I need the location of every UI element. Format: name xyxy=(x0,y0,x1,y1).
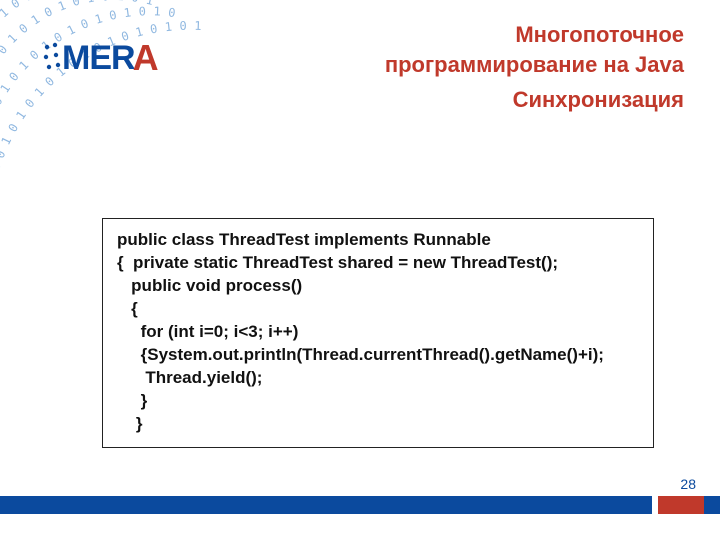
code-line: { xyxy=(117,298,639,321)
code-line: public class ThreadTest implements Runna… xyxy=(117,229,639,252)
logo-text: MER xyxy=(62,39,135,78)
footer-accent xyxy=(658,496,704,514)
page-number: 28 xyxy=(680,476,696,492)
logo-accent: A xyxy=(133,37,159,79)
footer-margin xyxy=(0,514,720,540)
slide: 1 0 1 0 1 0 1 0 1 0 1 0 1 0 1 0 1 0 1 0 … xyxy=(0,0,720,540)
code-line: } xyxy=(117,413,639,436)
code-line: Thread.yield(); xyxy=(117,367,639,390)
logo-dots-icon xyxy=(42,41,62,75)
code-block: public class ThreadTest implements Runna… xyxy=(102,218,654,448)
mera-logo: MERA xyxy=(42,28,202,88)
code-line: {System.out.println(Thread.currentThread… xyxy=(117,344,639,367)
code-line: public void process() xyxy=(117,275,639,298)
slide-title-block: Многопоточное программирование на Java С… xyxy=(385,20,684,115)
code-line: for (int i=0; i<3; i++) xyxy=(117,321,639,344)
footer-bar xyxy=(0,496,720,514)
code-line: } xyxy=(117,390,639,413)
code-line: { private static ThreadTest shared = new… xyxy=(117,252,639,275)
title-line-2: программирование на Java xyxy=(385,50,684,80)
title-line-1: Многопоточное xyxy=(385,20,684,50)
subtitle: Синхронизация xyxy=(385,85,684,115)
